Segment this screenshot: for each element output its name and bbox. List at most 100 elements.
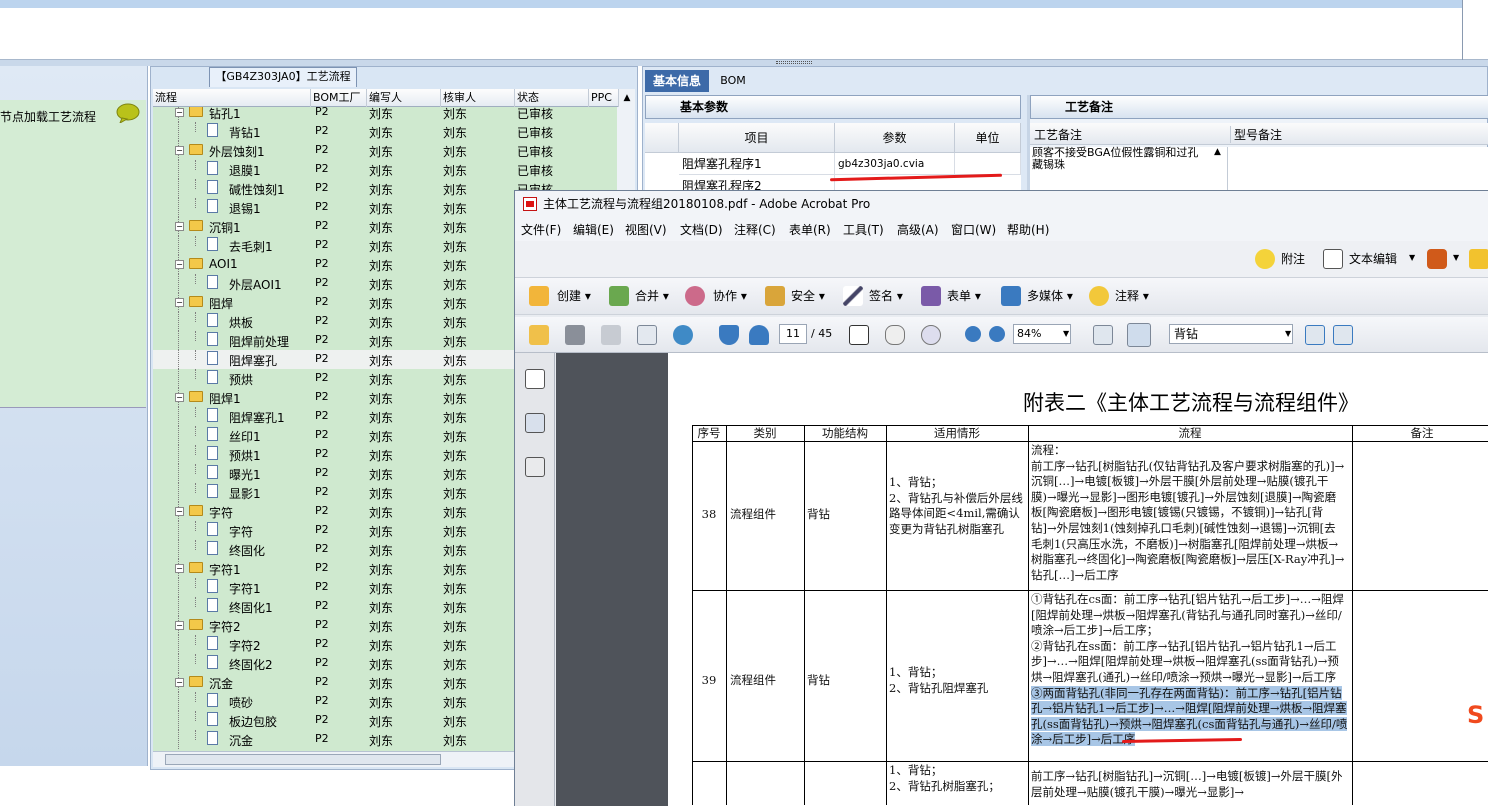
find-next-icon[interactable] (1333, 325, 1353, 345)
chevron-down-icon[interactable]: ▼ (1063, 329, 1069, 338)
tree-row[interactable]: 背钻1 P2 刘东 刘东 已审核 (153, 122, 617, 141)
chevron-down-icon[interactable]: ▼ (1453, 253, 1459, 262)
comment-button[interactable]: 注释 ▾ (1115, 287, 1149, 304)
col-header-reviewer[interactable]: 核审人 (441, 89, 515, 107)
annotate-button[interactable]: 附注 (1281, 250, 1305, 267)
secure-button[interactable]: 安全 ▾ (791, 287, 825, 304)
tab-bom[interactable]: BOM (713, 70, 753, 92)
signatures-icon[interactable] (525, 457, 545, 477)
grid-cell-unit[interactable] (955, 153, 1021, 175)
pages-icon[interactable] (525, 369, 545, 389)
collapse-toggle-icon[interactable]: − (175, 564, 184, 573)
load-process-item[interactable]: 节点加载工艺流程 (0, 100, 146, 408)
col-header-status[interactable]: 状态 (515, 89, 589, 107)
print-icon[interactable] (565, 325, 585, 345)
menu-file[interactable]: 文件(F) (521, 221, 561, 238)
tab-basic-info[interactable]: 基本信息 (645, 70, 709, 92)
collapse-toggle-icon[interactable]: − (175, 393, 184, 402)
comment-icon[interactable] (1089, 286, 1109, 306)
zoom-out-icon[interactable] (965, 326, 981, 342)
notes-col-process[interactable]: 工艺备注 (1034, 126, 1082, 143)
collapse-toggle-icon[interactable]: − (175, 507, 184, 516)
collaborate-icon[interactable] (685, 286, 705, 306)
tree-line (178, 198, 179, 217)
lock-icon[interactable] (765, 286, 785, 306)
grid-header-item[interactable]: 项目 (679, 123, 835, 153)
grid-cell-item[interactable]: 阻焊塞孔程序1 (679, 153, 835, 175)
tree-node-label: 板边包胶 (229, 715, 278, 729)
tree-row[interactable]: 退膜1 P2 刘东 刘东 已审核 (153, 160, 617, 179)
collapse-toggle-icon[interactable]: − (175, 146, 184, 155)
fit-width-icon[interactable] (1127, 323, 1151, 347)
save-icon[interactable] (601, 325, 621, 345)
tree-row[interactable]: − 外层蚀刻1 P2 刘东 刘东 已审核 (153, 141, 617, 160)
menu-view[interactable]: 视图(V) (625, 221, 667, 238)
collapse-toggle-icon[interactable]: − (175, 298, 184, 307)
col-header-ppc[interactable]: PPC (589, 89, 619, 107)
fit-page-icon[interactable] (1093, 325, 1113, 345)
combine-icon[interactable] (609, 286, 629, 306)
notes-col-model[interactable]: 型号备注 (1230, 126, 1282, 143)
menu-advanced[interactable]: 高级(A) (897, 221, 939, 238)
highlighted-flow-text[interactable]: ③两面背钻孔(非同一孔存在两面背钻)：前工序→钻孔[铝片钻孔→铝片钻孔1→后工步… (1031, 685, 1348, 747)
scroll-up-arrow-icon[interactable]: ▲ (619, 89, 635, 107)
email-icon[interactable] (637, 325, 657, 345)
create-icon[interactable] (529, 286, 549, 306)
tree-row[interactable]: − 钻孔1 P2 刘东 刘东 已审核 (153, 107, 617, 122)
stamp-icon[interactable] (1427, 249, 1447, 269)
collapse-toggle-icon[interactable]: − (175, 108, 184, 117)
grid-header-unit[interactable]: 单位 (955, 123, 1021, 153)
hand-tool-icon[interactable] (885, 325, 905, 345)
home-icon[interactable] (1469, 249, 1488, 269)
col-header-bom[interactable]: BOM工厂 (311, 89, 367, 107)
bookmarks-icon[interactable] (525, 413, 545, 433)
process-note-text[interactable]: 顾客不接受BGA位假性露铜和过孔藏锡珠 (1032, 147, 1204, 171)
arrow-up-icon[interactable] (719, 325, 739, 345)
grid-header-param[interactable]: 参数 (835, 123, 955, 153)
text-edit-button[interactable]: 文本编辑 (1349, 250, 1397, 267)
orange-logo-icon: S (1467, 701, 1485, 729)
col-header-flow[interactable]: 流程 (153, 89, 311, 107)
find-input[interactable]: 背钻 (1169, 324, 1293, 344)
sticky-note-icon[interactable] (1255, 249, 1275, 269)
find-previous-icon[interactable] (1305, 325, 1325, 345)
sign-button[interactable]: 签名 ▾ (869, 287, 903, 304)
collapse-toggle-icon[interactable]: − (175, 621, 184, 630)
collapse-toggle-icon[interactable]: − (175, 678, 184, 687)
page-number-input[interactable]: 11 (779, 324, 807, 344)
collapse-toggle-icon[interactable]: − (175, 260, 184, 269)
forms-button[interactable]: 表单 ▾ (947, 287, 981, 304)
menu-forms[interactable]: 表单(R) (789, 221, 831, 238)
menu-window[interactable]: 窗口(W) (951, 221, 996, 238)
table-header-flow: 流程 (1178, 426, 1202, 440)
col-header-writer[interactable]: 编写人 (367, 89, 441, 107)
collaborate-button[interactable]: 协作 ▾ (713, 287, 747, 304)
splitter-grip[interactable] (776, 61, 812, 64)
menu-document[interactable]: 文档(D) (680, 221, 723, 238)
zoom-tool-icon[interactable] (921, 325, 941, 345)
web-icon[interactable] (673, 325, 693, 345)
pen-icon[interactable] (843, 286, 863, 306)
collapse-toggle-icon[interactable]: − (175, 222, 184, 231)
open-folder-icon[interactable] (529, 325, 549, 345)
menu-comments[interactable]: 注释(C) (734, 221, 776, 238)
selected-record-row[interactable] (0, 0, 1462, 8)
scroll-thumb[interactable] (165, 754, 441, 765)
create-button[interactable]: 创建 ▾ (557, 287, 591, 304)
grid-cell-param[interactable]: gb4z303ja0.cvia (835, 153, 955, 175)
scroll-up-arrow-icon[interactable]: ▲ (1214, 147, 1221, 157)
arrow-down-icon[interactable] (749, 325, 769, 345)
combine-button[interactable]: 合并 ▾ (635, 287, 669, 304)
text-edit-icon[interactable] (1323, 249, 1343, 269)
menu-edit[interactable]: 编辑(E) (573, 221, 614, 238)
form-icon[interactable] (921, 286, 941, 306)
multimedia-button[interactable]: 多媒体 ▾ (1027, 287, 1073, 304)
multimedia-icon[interactable] (1001, 286, 1021, 306)
chevron-down-icon[interactable]: ▼ (1409, 253, 1415, 262)
chevron-down-icon[interactable]: ▼ (1285, 329, 1291, 338)
select-cursor-icon[interactable] (849, 325, 869, 345)
menu-tools[interactable]: 工具(T) (843, 221, 884, 238)
tree-line (178, 540, 179, 559)
zoom-in-icon[interactable] (989, 326, 1005, 342)
menu-help[interactable]: 帮助(H) (1007, 221, 1049, 238)
